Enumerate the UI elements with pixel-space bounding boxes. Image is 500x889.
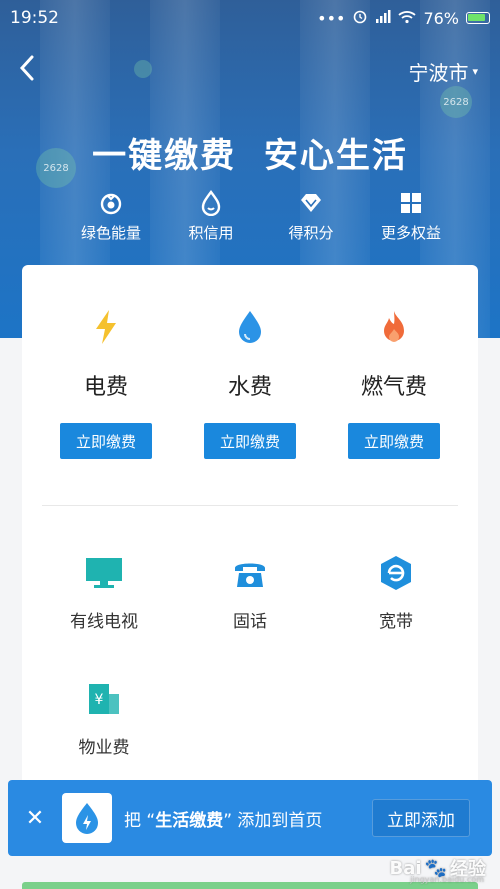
signal-icon [375, 9, 391, 28]
section-divider [42, 505, 458, 506]
service-label: 有线电视 [70, 612, 138, 632]
banner-suffix: ” 添加到首页 [223, 810, 323, 831]
lightning-icon [91, 307, 121, 347]
bill-name: 水费 [227, 375, 272, 400]
watermark: Bai 🐾 经验 jingyan.baidu.com [390, 855, 486, 885]
status-time: 19:52 [10, 8, 59, 28]
add-now-button[interactable]: 立即添加 [372, 799, 470, 837]
app-icon [62, 793, 112, 843]
service-broadband[interactable]: 宽带 [336, 553, 456, 632]
water-drop-icon [235, 307, 265, 347]
bill-water[interactable]: 水费 立即缴费 [190, 307, 310, 459]
notification-dots-icon: ••• [317, 8, 346, 28]
bill-name: 电费 [83, 375, 128, 400]
city-selector[interactable]: 宁波市 ▾ [408, 57, 478, 86]
service-landline[interactable]: 固话 [190, 553, 310, 632]
pay-gas-button[interactable]: 立即缴费 [348, 423, 440, 459]
credit-drop-icon [198, 190, 224, 216]
perk-label: 积信用 [188, 224, 234, 242]
banner-prefix: 把 “ [124, 810, 156, 831]
perk-green-energy[interactable]: 绿色能量 [66, 190, 156, 243]
city-name: 宁波市 [408, 61, 469, 85]
bill-name: 燃气费 [360, 375, 427, 400]
battery-percent: 76% [423, 8, 459, 28]
service-property-fee[interactable]: ¥ 物业费 [44, 679, 164, 758]
tv-icon [84, 553, 124, 593]
banner-message: 把 “生活缴费” 添加到首页 [124, 806, 372, 831]
alarm-icon [352, 8, 368, 28]
bill-gas[interactable]: 燃气费 立即缴费 [334, 307, 454, 459]
more-grid-icon [398, 190, 424, 216]
green-energy-icon [98, 190, 124, 216]
top-nav: 宁波市 ▾ [0, 52, 500, 86]
perk-more[interactable]: 更多权益 [366, 190, 456, 243]
wifi-icon [398, 9, 417, 28]
status-bar: 19:52 ••• 76% [0, 0, 500, 36]
property-icon: ¥ [84, 679, 124, 719]
broadband-icon [376, 553, 416, 593]
pay-electricity-button[interactable]: 立即缴费 [60, 423, 152, 459]
caret-down-icon: ▾ [472, 65, 478, 78]
perk-label: 得积分 [288, 224, 334, 242]
svg-text:¥: ¥ [95, 692, 104, 708]
bubble-text: 2628 [443, 96, 469, 108]
bill-types-row: 电费 立即缴费 水费 立即缴费 燃气费 立即缴费 [22, 307, 478, 459]
watermark-url: jingyan.baidu.com [410, 875, 484, 884]
close-icon[interactable]: ✕ [8, 806, 62, 831]
service-label: 宽带 [379, 612, 413, 632]
telephone-icon [230, 553, 270, 593]
payment-card: 电费 立即缴费 水费 立即缴费 燃气费 立即缴费 有线电视 固话 宽带 ¥ 物业… [22, 265, 478, 805]
flame-icon [379, 307, 409, 347]
back-icon[interactable] [18, 54, 36, 88]
perk-points[interactable]: 得积分 [266, 190, 356, 243]
perk-label: 更多权益 [380, 224, 441, 242]
bill-electricity[interactable]: 电费 立即缴费 [46, 307, 166, 459]
service-label: 物业费 [78, 738, 130, 758]
perks-row: 绿色能量 积信用 得积分 更多权益 [66, 190, 456, 243]
add-to-home-banner: ✕ 把 “生活缴费” 添加到首页 立即添加 [8, 780, 492, 856]
service-label: 固话 [233, 612, 267, 632]
banner-app-name: 生活缴费 [155, 810, 224, 831]
perk-credit[interactable]: 积信用 [166, 190, 256, 243]
battery-icon [466, 12, 490, 24]
points-diamond-icon [298, 190, 324, 216]
perk-label: 绿色能量 [80, 224, 141, 242]
hero-slogan: 一键缴费 安心生活 [92, 136, 408, 176]
service-cable-tv[interactable]: 有线电视 [44, 553, 164, 632]
bubble-decoration: 2628 [440, 86, 472, 118]
pay-water-button[interactable]: 立即缴费 [204, 423, 296, 459]
